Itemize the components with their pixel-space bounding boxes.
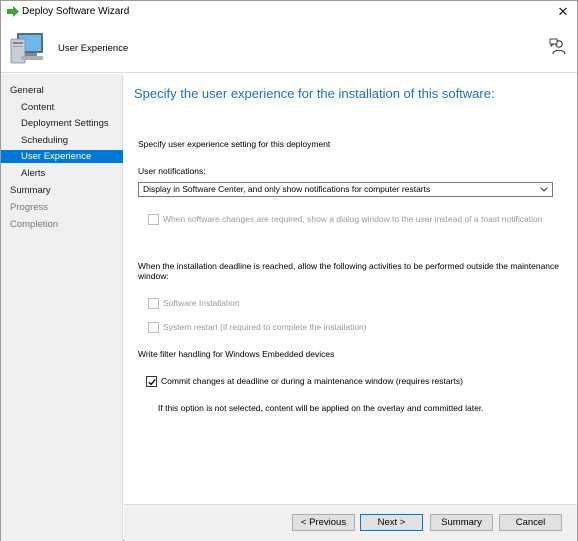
- title-bar: Deploy Software Wizard ✕: [1, 1, 577, 23]
- help-person-icon[interactable]: [549, 38, 567, 56]
- page-header: User Experience: [1, 23, 577, 73]
- nav-item-content[interactable]: Content: [1, 101, 123, 114]
- dialog-window-checkbox: [148, 214, 159, 225]
- main-panel: Specify the user experience for the inst…: [124, 74, 577, 504]
- software-installation-label: Software Installation: [163, 298, 240, 308]
- wizard-arrow-icon: [7, 6, 19, 17]
- nav-item-deployment-settings[interactable]: Deployment Settings: [1, 117, 123, 130]
- system-restart-label: System restart (if required to complete …: [163, 322, 367, 332]
- commit-note: If this option is not selected, content …: [158, 403, 484, 413]
- window-title: Deploy Software Wizard: [22, 6, 130, 17]
- wizard-nav: General Content Deployment Settings Sche…: [1, 74, 123, 541]
- deadline-text-line-2: window:: [138, 271, 169, 281]
- close-icon: ✕: [557, 4, 569, 19]
- user-notifications-label: User notifications:: [138, 166, 206, 176]
- user-notifications-value: Display in Software Center, and only sho…: [143, 184, 431, 194]
- nav-item-scheduling[interactable]: Scheduling: [1, 134, 123, 147]
- chevron-down-icon: [540, 187, 548, 192]
- page-title: User Experience: [58, 43, 129, 54]
- software-installation-checkbox: [148, 298, 159, 309]
- page-heading: Specify the user experience for the inst…: [134, 86, 495, 101]
- system-restart-checkbox: [148, 322, 159, 333]
- next-button[interactable]: Next >: [360, 514, 423, 531]
- nav-item-user-experience[interactable]: User Experience: [1, 150, 123, 163]
- deadline-text-line-1: When the installation deadline is reache…: [138, 261, 559, 271]
- computer-icon: [10, 33, 43, 64]
- nav-item-alerts[interactable]: Alerts: [1, 167, 123, 180]
- nav-item-general[interactable]: General: [1, 84, 123, 97]
- nav-item-completion: Completion: [10, 219, 59, 230]
- checkmark-icon: [148, 378, 156, 386]
- close-button[interactable]: ✕: [553, 3, 573, 21]
- wizard-window: Deploy Software Wizard ✕ User Experience…: [0, 0, 578, 541]
- cancel-button[interactable]: Cancel: [499, 514, 562, 531]
- intro-text: Specify user experience setting for this…: [138, 139, 331, 149]
- commit-changes-label: Commit changes at deadline or during a m…: [161, 376, 463, 386]
- dialog-window-label: When software changes are required, show…: [163, 214, 543, 224]
- nav-item-summary[interactable]: Summary: [1, 184, 123, 197]
- nav-item-progress: Progress: [10, 202, 49, 213]
- button-bar: < Previous Next > Summary Cancel: [124, 504, 577, 541]
- previous-button[interactable]: < Previous: [292, 514, 355, 531]
- write-filter-label: Write filter handling for Windows Embedd…: [138, 349, 335, 359]
- summary-button[interactable]: Summary: [430, 514, 493, 531]
- user-notifications-select[interactable]: Display in Software Center, and only sho…: [138, 182, 553, 197]
- commit-changes-checkbox[interactable]: [146, 376, 157, 387]
